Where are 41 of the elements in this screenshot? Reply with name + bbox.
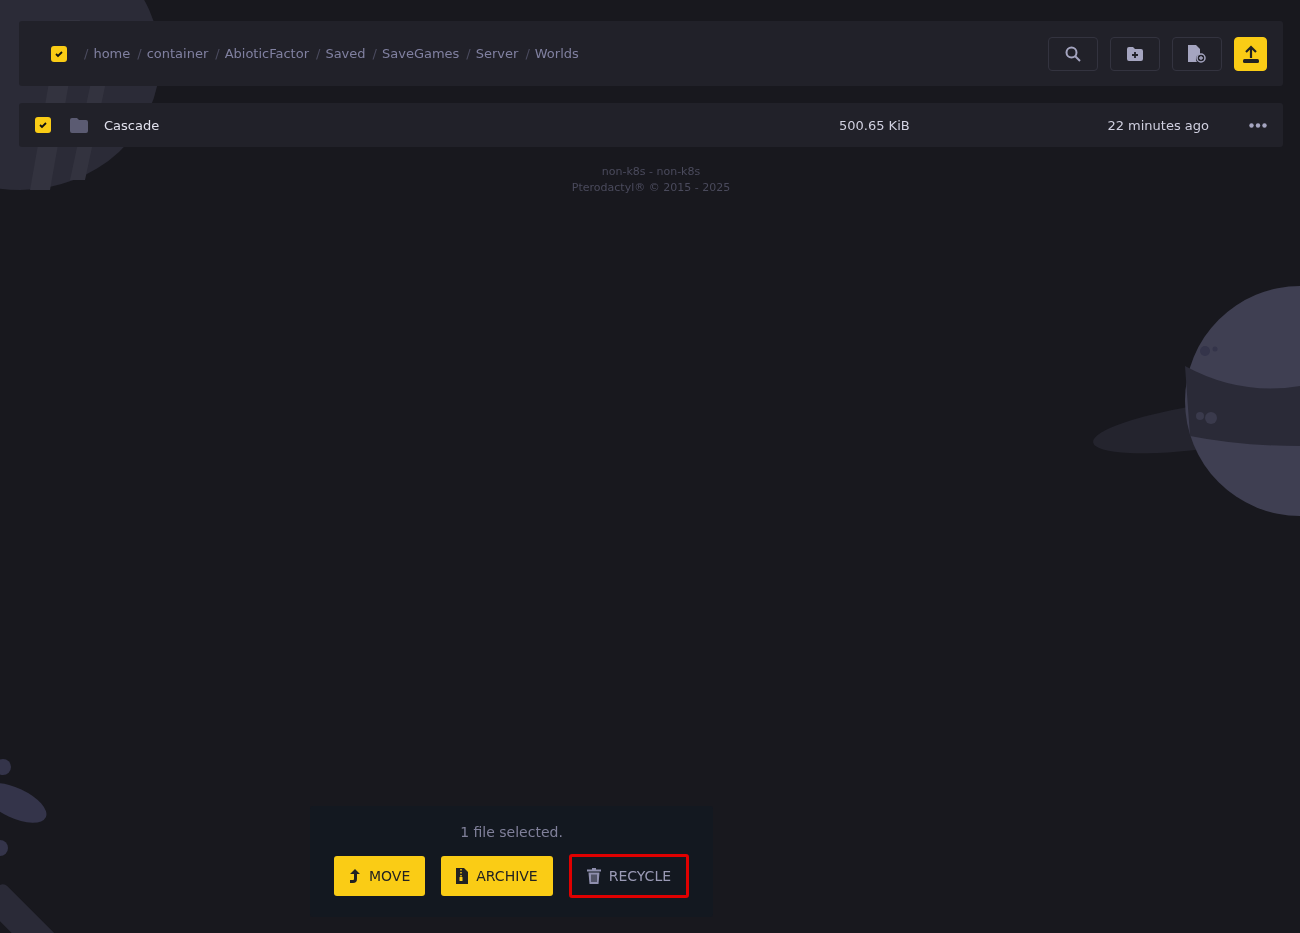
breadcrumb-link[interactable]: container [146,46,209,61]
new-file-button[interactable] [1172,36,1222,71]
file-plus-icon [1188,44,1206,63]
folder-plus-icon [1127,46,1143,61]
breadcrumb-link[interactable]: AbioticFactor [224,46,309,61]
path-separator: / [316,46,321,61]
footer-text: Pterodactyl® © 2015 - 2025 [570,180,732,196]
file-name: Cascade [104,117,160,133]
path-separator: / [372,46,377,61]
breadcrumb-link[interactable]: Server [475,46,519,61]
check-icon [54,48,64,59]
upload-button[interactable] [1234,36,1267,71]
move-button[interactable]: MOVE [333,856,426,896]
file-row[interactable]: Cascade 500.65 KiB 22 minutes ago [19,103,1283,147]
select-all-checkbox[interactable] [51,45,67,62]
breadcrumb-link[interactable]: Saved [325,46,366,61]
upload-icon [1241,44,1260,63]
recycle-button[interactable]: RECYCLE [568,854,690,898]
check-icon [38,120,48,130]
file-size: 500.65 KiB [839,117,911,133]
path-separator: / [525,46,530,61]
path-separator: / [215,46,220,61]
breadcrumb-link[interactable]: home [93,46,131,61]
arrow-icon [348,868,361,884]
search-button[interactable] [1048,36,1098,71]
path-separator: / [137,46,142,61]
trash-icon [586,868,601,884]
selection-count: 1 file selected. [460,824,563,840]
path-separator: / [466,46,471,61]
folder-icon [70,117,88,133]
breadcrumb-link[interactable]: Worlds [534,46,579,61]
search-icon [1065,45,1081,62]
footer-text: non-k8s - non-k8s [600,164,702,180]
zip-file-icon [456,868,469,884]
path-separator: / [84,46,89,61]
row-checkbox[interactable] [35,117,51,133]
more-options-icon[interactable] [1249,122,1267,128]
archive-button[interactable]: ARCHIVE [441,856,553,896]
breadcrumb-link[interactable]: SaveGames [381,46,460,61]
new-folder-button[interactable] [1110,36,1160,71]
file-modified: 22 minutes ago [1106,117,1209,133]
